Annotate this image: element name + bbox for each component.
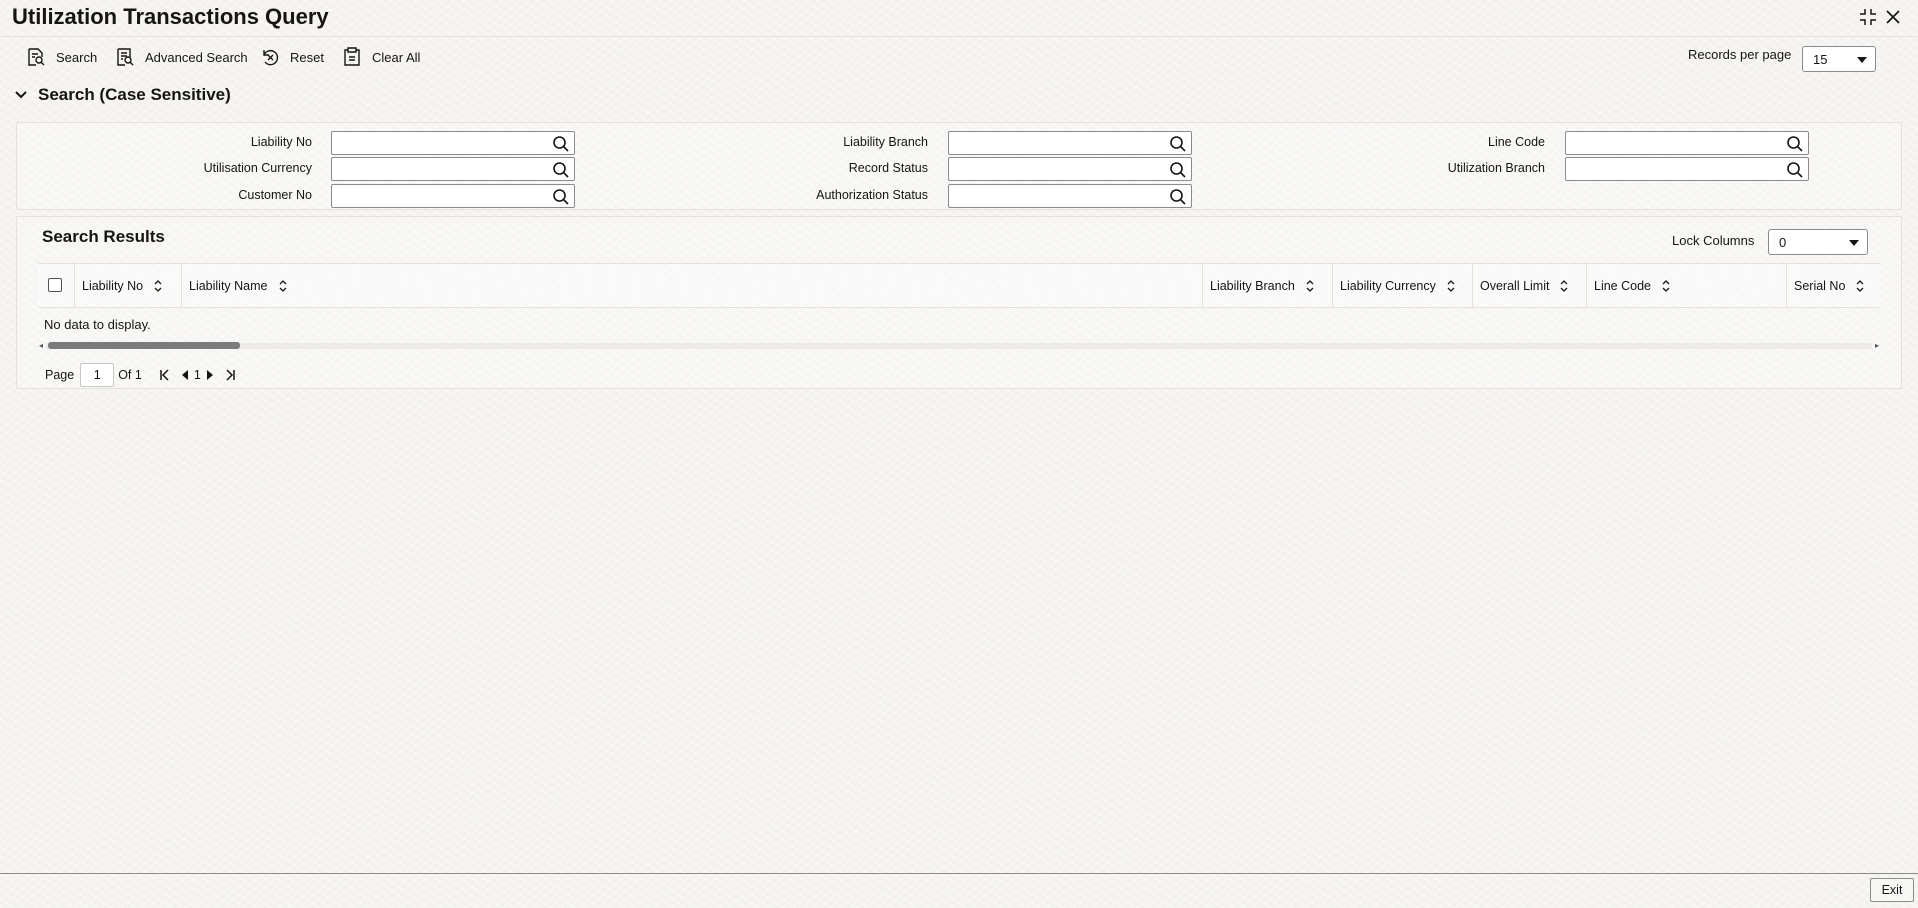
- page-title: Utilization Transactions Query: [12, 4, 329, 29]
- line-code-label: Line Code: [1488, 135, 1545, 149]
- col-liability-no[interactable]: Liability No: [74, 264, 181, 308]
- magnifier-icon[interactable]: [1786, 135, 1804, 153]
- record-status-label: Record Status: [848, 161, 928, 175]
- col-label: Liability Branch: [1210, 279, 1295, 293]
- authorization-status-input[interactable]: [948, 184, 1192, 208]
- record-status-input[interactable]: [948, 157, 1192, 181]
- records-per-page-select[interactable]: 15: [1802, 46, 1876, 72]
- current-page-number: 1: [193, 368, 201, 382]
- prev-page-icon[interactable]: [180, 366, 190, 384]
- col-serial-no[interactable]: Serial No: [1786, 264, 1880, 308]
- magnifier-icon[interactable]: [1169, 161, 1187, 179]
- horizontal-scrollbar[interactable]: ◂ ▸: [38, 339, 1880, 351]
- customer-no-input[interactable]: [331, 184, 575, 208]
- sort-icon: [1561, 280, 1568, 292]
- customer-no-label: Customer No: [238, 188, 312, 202]
- liability-branch-label: Liability Branch: [843, 135, 928, 149]
- page-of-label: Of 1: [118, 368, 142, 382]
- advanced-search-icon: [117, 48, 134, 66]
- minimize-icon[interactable]: [1857, 6, 1879, 28]
- liability-no-input[interactable]: [331, 131, 575, 155]
- reset-label: Reset: [290, 49, 324, 65]
- col-label: Liability Currency: [1340, 279, 1436, 293]
- dropdown-caret-icon: [1849, 240, 1859, 246]
- liability-branch-input[interactable]: [948, 131, 1192, 155]
- sort-icon: [1306, 280, 1314, 292]
- search-button[interactable]: Search: [26, 44, 97, 70]
- scroll-left-icon[interactable]: ◂: [39, 341, 43, 350]
- sort-icon: [1662, 280, 1670, 292]
- results-title: Search Results: [42, 227, 165, 246]
- records-per-page-value: 15: [1813, 51, 1828, 67]
- magnifier-icon[interactable]: [1169, 188, 1187, 206]
- clear-all-button[interactable]: Clear All: [342, 44, 420, 70]
- results-grid-header: Liability No Liability Name Liability Br…: [38, 263, 1880, 308]
- scroll-right-icon[interactable]: ▸: [1875, 341, 1879, 350]
- lock-columns-select[interactable]: 0: [1768, 229, 1868, 255]
- sort-icon: [154, 280, 162, 292]
- utilisation-currency-input[interactable]: [331, 157, 575, 181]
- advanced-search-label: Advanced Search: [145, 49, 248, 65]
- line-code-input[interactable]: [1565, 131, 1809, 155]
- col-label: Liability Name: [189, 279, 268, 293]
- title-bar: Utilization Transactions Query: [0, 0, 1918, 36]
- col-line-code[interactable]: Line Code: [1586, 264, 1786, 308]
- search-section-title: Search (Case Sensitive): [38, 85, 231, 104]
- col-label: Serial No: [1794, 279, 1846, 293]
- advanced-search-button[interactable]: Advanced Search: [115, 44, 248, 70]
- utilisation-currency-label: Utilisation Currency: [203, 161, 312, 175]
- utilization-branch-label: Utilization Branch: [1447, 161, 1545, 175]
- pagination: Page 1 Of 1 1: [45, 362, 239, 388]
- reset-icon: [263, 49, 279, 66]
- scroll-thumb[interactable]: [48, 342, 240, 349]
- lock-columns-value: 0: [1779, 234, 1787, 250]
- clear-all-label: Clear All: [372, 49, 421, 65]
- first-page-icon[interactable]: [156, 366, 174, 384]
- magnifier-icon[interactable]: [552, 135, 570, 153]
- utilization-branch-input[interactable]: [1565, 157, 1809, 181]
- search-button-label: Search: [56, 49, 98, 65]
- col-label: Line Code: [1594, 279, 1651, 293]
- dropdown-caret-icon: [1857, 57, 1867, 63]
- reset-button[interactable]: Reset: [260, 44, 324, 70]
- clear-all-icon: [344, 47, 360, 66]
- last-page-icon[interactable]: [221, 366, 239, 384]
- records-per-page-label: Records per page: [1688, 47, 1792, 62]
- page-number-input[interactable]: 1: [80, 363, 115, 387]
- sort-icon: [1447, 280, 1455, 292]
- col-liability-name[interactable]: Liability Name: [181, 264, 1202, 308]
- footer-divider: [0, 873, 1918, 874]
- magnifier-icon[interactable]: [552, 161, 570, 179]
- page-label: Page: [45, 368, 75, 382]
- toolbar: Search Advanced Search Reset Clear All: [0, 44, 1918, 70]
- next-page-icon[interactable]: [205, 366, 215, 384]
- col-label: Overall Limit: [1480, 279, 1550, 293]
- magnifier-icon[interactable]: [1169, 135, 1187, 153]
- sort-icon: [279, 280, 286, 292]
- search-doc-icon: [28, 48, 45, 66]
- col-liability-currency[interactable]: Liability Currency: [1332, 264, 1472, 308]
- magnifier-icon[interactable]: [1786, 161, 1804, 179]
- empty-message: No data to display.: [44, 317, 151, 332]
- lock-columns-label: Lock Columns: [1672, 233, 1755, 248]
- magnifier-icon[interactable]: [552, 188, 570, 206]
- authorization-status-label: Authorization Status: [816, 188, 928, 202]
- scroll-track[interactable]: [46, 343, 1872, 349]
- close-icon[interactable]: [1882, 6, 1904, 28]
- exit-button[interactable]: Exit: [1870, 878, 1914, 902]
- col-liability-branch[interactable]: Liability Branch: [1202, 264, 1332, 308]
- select-all-checkbox[interactable]: [48, 278, 62, 292]
- col-overall-limit[interactable]: Overall Limit: [1472, 264, 1586, 308]
- sort-icon: [1856, 280, 1864, 292]
- liability-no-label: Liability No: [250, 135, 312, 149]
- col-label: Liability No: [82, 279, 144, 293]
- title-divider: [0, 36, 1918, 37]
- chevron-down-icon: [15, 91, 27, 99]
- search-section-toggle[interactable]: Search (Case Sensitive): [14, 84, 231, 106]
